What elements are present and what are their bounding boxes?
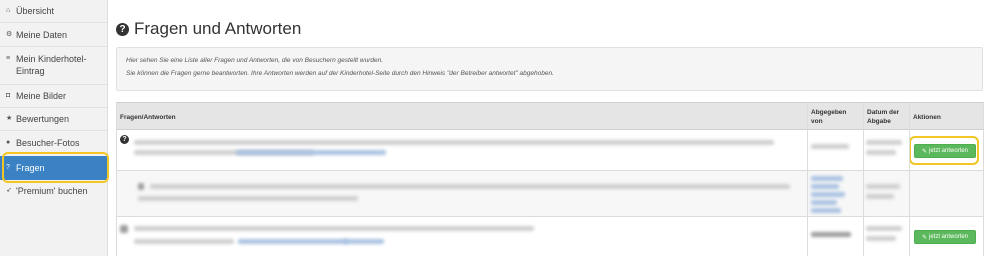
list-icon: ≡ xyxy=(6,55,11,62)
divider xyxy=(0,46,107,47)
sidebar-item-label: 'Premium' buchen xyxy=(16,186,88,196)
blurred-author-link xyxy=(811,200,837,205)
table-row: ✎ jetzt antworten xyxy=(116,216,983,256)
gear-icon: ⚙ xyxy=(6,31,13,38)
blurred-answer-text xyxy=(138,196,358,201)
blurred-question-icon xyxy=(120,225,128,233)
table-header: Fragen/Antworten Abgegeben von Datum der… xyxy=(116,102,983,130)
column-header-submitted-by: Abgegeben von xyxy=(807,103,863,131)
divider xyxy=(0,22,107,23)
sidebar: ⌂ Übersicht ⚙ Meine Daten ≡ Mein Kinderh… xyxy=(0,0,108,256)
divider xyxy=(0,130,107,131)
blurred-date xyxy=(866,236,896,241)
sidebar-item-meine-bilder[interactable]: ◘ Meine Bilder xyxy=(0,90,107,104)
column-divider xyxy=(807,102,808,256)
user-icon: ● xyxy=(6,139,11,146)
question-icon: ? xyxy=(120,135,129,144)
sidebar-item-label: Übersicht xyxy=(16,6,55,16)
sidebar-item-premium-buchen[interactable]: ➶ 'Premium' buchen xyxy=(0,185,107,199)
info-text-2: Sie können die Fragen gerne beantworten.… xyxy=(126,70,554,77)
blurred-date xyxy=(866,226,902,231)
blurred-author-link xyxy=(811,184,839,189)
question-circle-icon: ? xyxy=(116,22,129,36)
blurred-link xyxy=(236,150,386,155)
column-header-actions: Aktionen xyxy=(913,113,941,121)
info-text-1: Hier sehen Sie eine Liste aller Fragen u… xyxy=(126,57,384,64)
sidebar-item-label: Meine Bilder xyxy=(16,91,67,101)
pencil-icon: ✎ xyxy=(921,148,927,155)
sidebar-item-bewertungen[interactable]: ★ Bewertungen xyxy=(0,113,107,127)
divider xyxy=(0,107,107,108)
blurred-author-link xyxy=(811,208,841,213)
sidebar-item-fragen[interactable]: ? Fragen xyxy=(0,156,107,180)
blurred-author xyxy=(811,144,849,149)
table-row xyxy=(116,170,983,216)
blurred-link xyxy=(238,239,348,244)
blurred-author-link xyxy=(811,192,845,197)
star-icon: ★ xyxy=(6,115,13,122)
question-icon: ? xyxy=(6,164,10,171)
pencil-icon: ✎ xyxy=(921,234,927,241)
info-box: Hier sehen Sie eine Liste aller Fragen u… xyxy=(116,47,983,91)
answer-now-button[interactable]: ✎ jetzt antworten xyxy=(914,230,976,244)
sidebar-item-label: Meine Daten xyxy=(16,30,68,40)
column-header-submitted-by-line1: Abgegeben xyxy=(811,109,847,116)
table-border xyxy=(116,102,117,256)
answer-now-label: jetzt antworten xyxy=(929,148,969,154)
blurred-author-link xyxy=(811,176,843,181)
camera-icon: ◘ xyxy=(6,92,11,99)
sidebar-item-label: Fragen xyxy=(16,163,45,173)
rocket-icon: ➶ xyxy=(6,187,12,194)
blurred-date xyxy=(866,140,902,145)
blurred-answer-text xyxy=(150,184,790,189)
blurred-question-text xyxy=(134,140,774,145)
blurred-date xyxy=(866,150,896,155)
column-divider xyxy=(863,102,864,256)
sidebar-item-meine-daten[interactable]: ⚙ Meine Daten xyxy=(0,29,107,43)
blurred-date xyxy=(866,194,894,199)
column-divider xyxy=(909,102,910,256)
page-title: ? Fragen und Antworten xyxy=(116,19,301,39)
column-header-questions: Fragen/Antworten xyxy=(120,113,176,121)
sidebar-item-besucher-fotos[interactable]: ● Besucher-Fotos xyxy=(0,137,107,151)
page-title-text: Fragen und Antworten xyxy=(134,19,302,38)
home-icon: ⌂ xyxy=(6,7,11,14)
blurred-link xyxy=(344,239,384,244)
sidebar-item-label: Mein Kinderhotel-Eintrag xyxy=(16,54,87,76)
blurred-author xyxy=(811,232,851,237)
sidebar-item-kinderhotel-eintrag[interactable]: ≡ Mein Kinderhotel-Eintrag xyxy=(0,53,107,79)
blurred-question-text xyxy=(134,226,534,231)
divider xyxy=(0,84,107,85)
row-divider xyxy=(116,170,983,171)
blurred-answer-icon xyxy=(138,183,144,190)
sidebar-item-label: Besucher-Fotos xyxy=(16,138,80,148)
table-row: ? ✎ jetzt antworten xyxy=(116,130,983,170)
column-header-date: Datum der Abgabe xyxy=(863,103,909,131)
sidebar-item-label: Bewertungen xyxy=(16,114,70,124)
table-border xyxy=(983,102,984,256)
answer-now-label: jetzt antworten xyxy=(929,234,969,240)
blurred-date xyxy=(866,184,900,189)
column-header-submitted-by-line2: von xyxy=(811,118,823,125)
row-divider xyxy=(116,216,983,217)
blurred-question-text xyxy=(134,239,234,244)
sidebar-item-uebersicht[interactable]: ⌂ Übersicht xyxy=(0,5,107,19)
answer-now-button[interactable]: ✎ jetzt antworten xyxy=(914,144,976,158)
column-header-date-line1: Datum der xyxy=(867,109,900,116)
column-header-date-line2: Abgabe xyxy=(867,118,891,125)
